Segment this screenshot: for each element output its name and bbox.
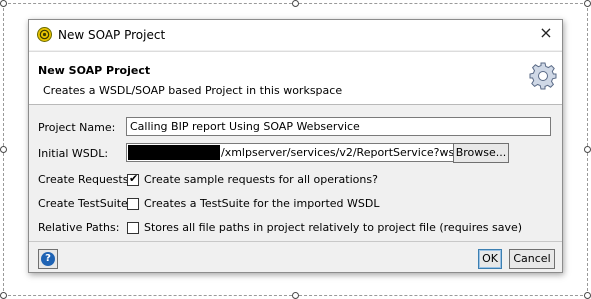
relative-paths-label: Relative Paths: [38, 221, 120, 234]
header-banner: New SOAP Project Creates a WSDL/SOAP bas… [29, 51, 562, 105]
footer-separator [29, 241, 562, 242]
checkmark-icon: ✔ [129, 172, 139, 185]
help-button[interactable]: ? [38, 249, 58, 269]
create-requests-checkbox[interactable]: ✔ [127, 172, 139, 186]
gear-icon [529, 62, 557, 90]
project-name-input[interactable]: Calling BIP report Using SOAP Webservice [126, 117, 551, 136]
relative-paths-checkbox-label[interactable]: Stores all file paths in project relativ… [144, 221, 522, 234]
relative-paths-checkbox[interactable] [127, 222, 139, 234]
soapui-logo-icon [37, 27, 52, 42]
resize-handle-bottom-right[interactable] [584, 292, 591, 299]
resize-handle-middle-right[interactable] [584, 146, 591, 153]
help-icon: ? [41, 252, 55, 266]
window-title: New SOAP Project [58, 28, 166, 42]
create-requests-checkbox-label[interactable]: Create sample requests for all operation… [144, 173, 378, 186]
banner-title: New SOAP Project [38, 64, 151, 77]
resize-handle-top-left[interactable] [0, 0, 7, 7]
initial-wsdl-input[interactable]: /xmlpserver/services/v2/ReportService?ws… [126, 143, 473, 162]
resize-handle-bottom-left[interactable] [0, 292, 7, 299]
create-testsuite-checkbox[interactable] [127, 198, 139, 210]
initial-wsdl-value: /xmlpserver/services/v2/ReportService?ws… [221, 146, 465, 159]
create-testsuite-label: Create TestSuite: [38, 197, 132, 210]
redacted-block [128, 145, 220, 160]
resize-handle-top-center[interactable] [292, 0, 299, 7]
create-requests-label: Create Requests: [38, 173, 133, 186]
create-testsuite-checkbox-label[interactable]: Creates a TestSuite for the imported WSD… [144, 197, 379, 210]
close-icon[interactable]: × [539, 25, 553, 41]
browse-button[interactable]: Browse... [453, 143, 509, 163]
banner-description: Creates a WSDL/SOAP based Project in thi… [43, 84, 343, 97]
title-bar[interactable]: New SOAP Project × [29, 20, 562, 50]
new-soap-project-dialog: New SOAP Project × New SOAP Project Crea… [28, 19, 563, 273]
initial-wsdl-label: Initial WSDL: [38, 147, 109, 160]
resize-handle-top-right[interactable] [584, 0, 591, 7]
ok-button[interactable]: OK [478, 249, 502, 269]
resize-handle-middle-left[interactable] [0, 146, 7, 153]
project-name-label: Project Name: [38, 121, 116, 134]
cancel-button[interactable]: Cancel [509, 249, 555, 269]
resize-handle-bottom-center[interactable] [292, 292, 299, 299]
